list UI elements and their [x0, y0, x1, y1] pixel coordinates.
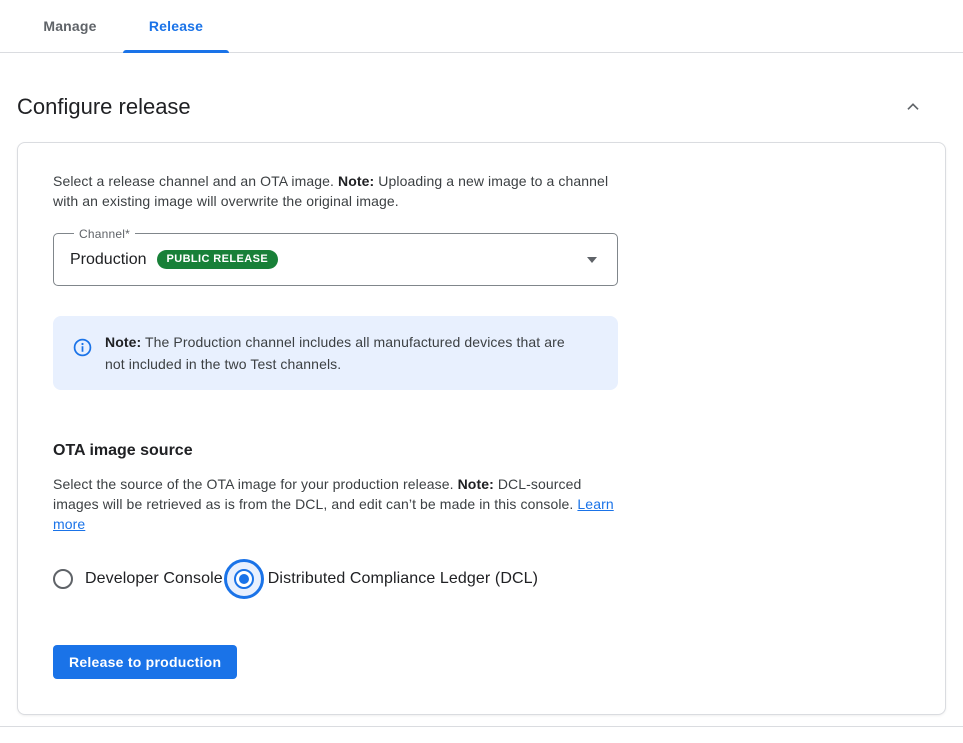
info-note-text: Note: The Production channel includes al… — [105, 331, 573, 375]
channel-select[interactable]: Channel* Production PUBLIC RELEASE — [53, 233, 618, 286]
radio-developer-console[interactable]: Developer Console — [53, 569, 223, 589]
radio-dcl[interactable]: Distributed Compliance Ledger (DCL) — [223, 559, 538, 599]
release-to-production-button[interactable]: Release to production — [53, 645, 237, 679]
info-icon — [73, 338, 92, 357]
ota-desc-pre: Select the source of the OTA image for y… — [53, 476, 458, 492]
tab-bar: Manage Release — [0, 0, 963, 53]
configure-release-card: Select a release channel and an OTA imag… — [17, 142, 946, 715]
channel-select-value: Production — [70, 251, 147, 269]
bottom-divider — [0, 726, 963, 727]
tab-release[interactable]: Release — [123, 0, 229, 52]
info-note-body: The Production channel includes all manu… — [105, 334, 565, 372]
radio-unselected-icon[interactable] — [53, 569, 73, 589]
channel-select-label: Channel* — [74, 227, 135, 241]
page-title: Configure release — [17, 94, 191, 120]
collapse-section-button[interactable] — [899, 94, 927, 120]
ota-description: Select the source of the OTA image for y… — [53, 474, 618, 534]
radio-dcl-label: Distributed Compliance Ledger (DCL) — [268, 570, 538, 588]
intro-text-pre: Select a release channel and an OTA imag… — [53, 173, 338, 189]
section-header: Configure release — [0, 94, 963, 120]
ota-desc-bold: Note: — [458, 476, 494, 492]
tab-manage[interactable]: Manage — [17, 0, 123, 52]
ota-image-source-heading: OTA image source — [53, 442, 910, 460]
intro-text-bold: Note: — [338, 173, 374, 189]
info-note-bold: Note: — [105, 334, 141, 350]
dropdown-arrow-icon — [587, 257, 597, 263]
chevron-up-icon — [901, 96, 925, 118]
ota-source-radio-group: Developer Console Distributed Compliance… — [53, 559, 910, 599]
radio-selected-icon[interactable] — [224, 559, 264, 599]
public-release-badge: PUBLIC RELEASE — [157, 250, 279, 269]
radio-developer-console-label: Developer Console — [85, 570, 223, 588]
info-note: Note: The Production channel includes al… — [53, 316, 618, 390]
intro-text: Select a release channel and an OTA imag… — [53, 171, 618, 211]
